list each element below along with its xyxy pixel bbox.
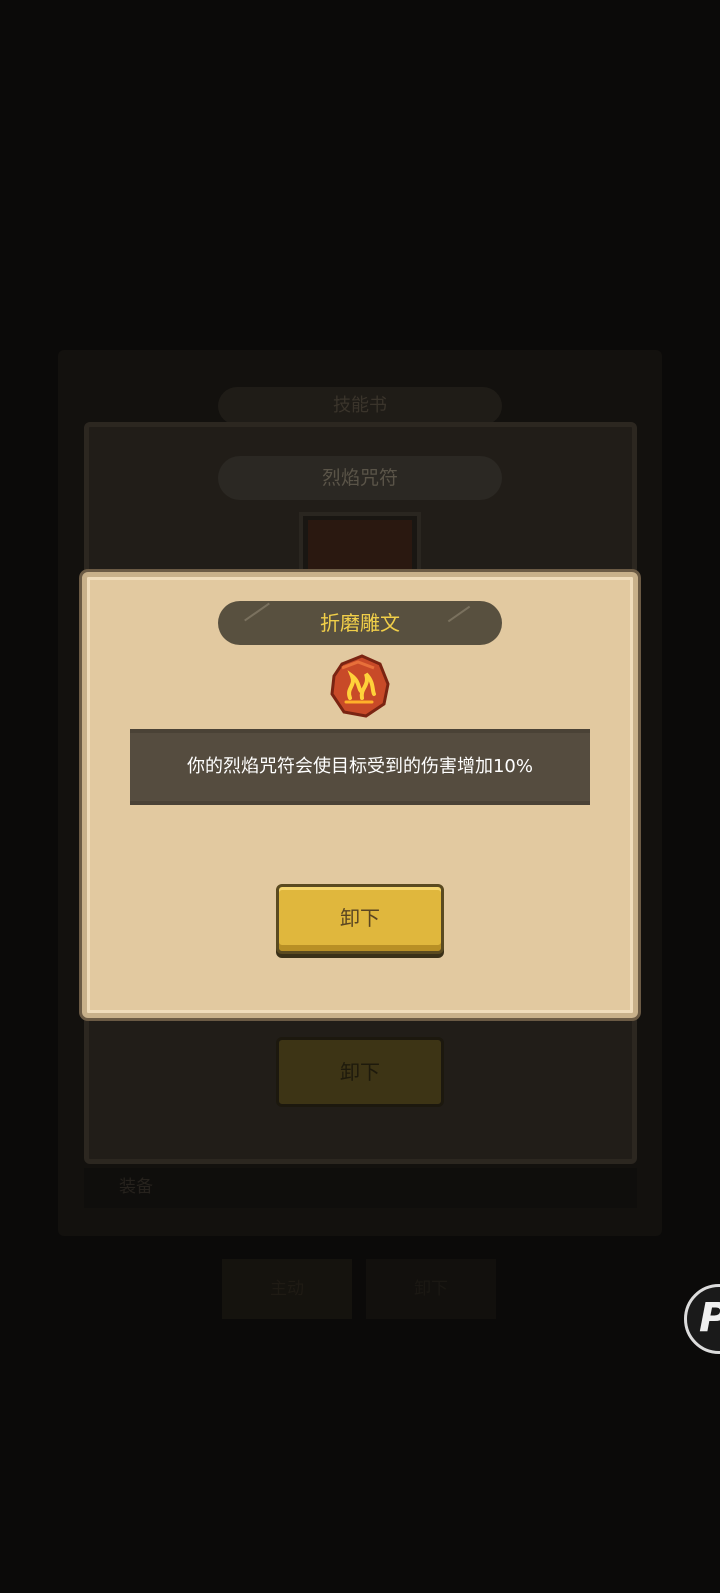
skill-book-header: 技能书 [218, 387, 502, 425]
modal-title-pill: 折磨雕文 [218, 601, 502, 645]
equip-label: 装备 [119, 1177, 153, 1197]
item-name-label: 烈焰咒符 [218, 456, 502, 500]
background-active-button: 主动 [222, 1259, 352, 1319]
item-icon [308, 520, 412, 572]
background-unequip-button: 卸下 [276, 1037, 444, 1107]
glyph-description-box: 你的烈焰咒符会使目标受到的伤害增加10% [130, 729, 590, 805]
flame-rune-icon [328, 654, 392, 720]
unequip-button[interactable]: 卸下 [276, 884, 444, 954]
modal-title: 折磨雕文 [320, 611, 400, 635]
assistive-touch-icon[interactable]: P [684, 1284, 720, 1354]
background-secondary-button: 卸下 [366, 1259, 496, 1319]
glyph-description: 你的烈焰咒符会使目标受到的伤害增加10% [186, 756, 533, 777]
